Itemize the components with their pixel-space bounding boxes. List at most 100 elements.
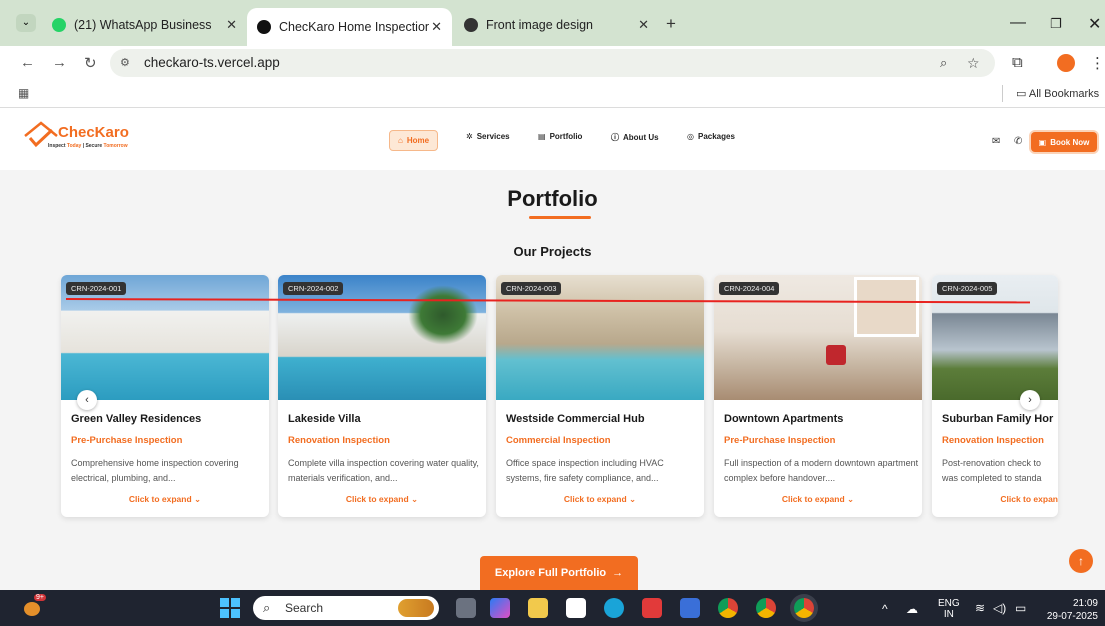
bookmark-star-icon[interactable]: ☆ — [967, 49, 980, 77]
chevron-down-icon: ⌄ — [629, 494, 637, 504]
scroll-to-top-button[interactable]: ↑ — [1069, 549, 1093, 573]
wps-icon[interactable] — [642, 598, 662, 618]
chevron-down-icon: ⌄ — [194, 494, 202, 504]
site-header: ChecKaro Inspect Today | Secure Tomorrow… — [0, 108, 1105, 170]
chevron-down-icon: ⌄ — [411, 494, 419, 504]
tray-chevron-icon[interactable]: ^ — [882, 602, 888, 616]
project-card[interactable]: CRN-2024-004 Downtown Apartments Pre-Pur… — [714, 275, 922, 517]
page-title: Portfolio — [507, 186, 598, 211]
card-title: Lakeside Villa — [288, 413, 361, 425]
card-description: Complete villa inspection covering water… — [288, 458, 479, 483]
menu-icon[interactable]: ⋮ — [1090, 54, 1105, 72]
arrow-right-icon: → — [612, 567, 624, 579]
card-description: Office space inspection including HVAC s… — [506, 458, 664, 483]
arrow-up-icon: ↑ — [1078, 554, 1084, 568]
apps-icon[interactable]: ▦ — [18, 86, 29, 100]
services-icon: ✲ — [466, 132, 473, 141]
zoom-icon[interactable]: ⌕ — [940, 49, 947, 77]
card-description: Post-renovation check to was completed t… — [942, 458, 1042, 483]
tab-front-image[interactable]: Front image design ✕ — [454, 9, 659, 41]
back-icon[interactable]: ← — [20, 54, 35, 71]
close-tab-icon[interactable]: ✕ — [638, 17, 649, 33]
search-highlight-image — [398, 599, 434, 617]
explore-full-portfolio-button[interactable]: Explore Full Portfolio → — [480, 556, 638, 590]
language-indicator[interactable]: ENG IN — [938, 598, 960, 620]
book-now-button[interactable]: ▣ Book Now — [1031, 132, 1097, 152]
chrome-icon[interactable] — [718, 598, 738, 618]
card-title: Downtown Apartments — [724, 413, 844, 425]
extensions-icon[interactable]: ⧉ — [1012, 54, 1023, 71]
tab-search-button[interactable]: ⌄ — [16, 14, 36, 32]
new-tab-icon[interactable]: + — [666, 14, 676, 34]
forward-icon[interactable]: → — [52, 54, 67, 71]
title-underline — [529, 216, 591, 219]
app-icon[interactable] — [680, 598, 700, 618]
click-to-expand[interactable]: Click to expand ⌄ — [714, 494, 922, 505]
logo-name: ChecKaro — [58, 124, 129, 141]
nav-portfolio[interactable]: ▤ Portfolio — [538, 132, 582, 141]
notification-badge: 9+ — [34, 594, 46, 601]
edge-icon[interactable] — [604, 598, 624, 618]
chevron-down-icon: ⌄ — [847, 494, 855, 504]
taskbar-search[interactable]: ⌕ Search — [253, 596, 439, 620]
close-tab-icon[interactable]: ✕ — [226, 17, 237, 33]
minimize-icon[interactable]: — — [1010, 14, 1026, 32]
card-title: Westside Commercial Hub — [506, 413, 645, 425]
section-subtitle: Our Projects — [513, 244, 592, 259]
chrome-icon[interactable] — [794, 598, 814, 618]
reload-icon[interactable]: ↻ — [84, 54, 97, 72]
project-card[interactable]: CRN-2024-002 Lakeside Villa Renovation I… — [278, 275, 486, 517]
clock[interactable]: 21:09 29-07-2025 — [1044, 597, 1098, 623]
all-bookmarks[interactable]: ▭ All Bookmarks — [1016, 87, 1099, 100]
crn-badge: CRN-2024-004 — [719, 282, 780, 295]
tab-whatsapp[interactable]: (21) WhatsApp Business ✕ — [42, 9, 247, 41]
vercel-icon — [257, 20, 271, 34]
widgets-icon[interactable]: 9+ — [24, 594, 46, 618]
phone-icon[interactable]: ✆ — [1014, 136, 1022, 147]
store-icon[interactable] — [566, 598, 586, 618]
click-to-expand[interactable]: Click to expand ⌄ — [61, 494, 269, 505]
nav-about-us[interactable]: ⓘ About Us — [611, 132, 659, 143]
crn-badge: CRN-2024-005 — [937, 282, 998, 295]
crn-badge: CRN-2024-002 — [283, 282, 344, 295]
copilot-icon[interactable] — [490, 598, 510, 618]
click-to-expand[interactable]: Click to expan — [932, 494, 1058, 504]
package-icon: ◎ — [687, 132, 694, 141]
card-category: Pre-Purchase Inspection — [71, 435, 183, 446]
file-explorer-icon[interactable] — [528, 598, 548, 618]
start-icon[interactable] — [220, 598, 240, 618]
address-bar-row: ← → ↻ ⚙ checkaro-ts.vercel.app ⌕ ☆ ⧉ ⋮ — [0, 46, 1105, 80]
site-info-icon[interactable]: ⚙ — [120, 49, 130, 77]
logo[interactable]: ChecKaro Inspect Today | Secure Tomorrow — [22, 120, 152, 156]
carousel-next-button[interactable]: › — [1020, 390, 1040, 410]
carousel-prev-button[interactable]: ‹ — [77, 390, 97, 410]
battery-icon[interactable]: ▭ — [1015, 601, 1026, 615]
url-field[interactable]: ⚙ checkaro-ts.vercel.app ⌕ ☆ — [110, 49, 995, 77]
info-icon: ⓘ — [611, 133, 619, 142]
restore-icon[interactable]: ❐ — [1050, 16, 1062, 32]
close-tab-icon[interactable]: ✕ — [431, 19, 442, 35]
close-window-icon[interactable]: ✕ — [1088, 14, 1101, 34]
chrome-icon[interactable] — [756, 598, 776, 618]
volume-icon[interactable]: ◁) — [993, 601, 1006, 615]
mail-icon[interactable]: ✉ — [992, 136, 1000, 147]
crn-badge: CRN-2024-001 — [66, 282, 127, 295]
nav-packages[interactable]: ◎ Packages — [687, 132, 735, 141]
tab-checkaro[interactable]: ChecKaro Home Inspection - In ✕ — [247, 8, 452, 46]
home-icon: ⌂ — [398, 136, 403, 145]
crn-badge: CRN-2024-003 — [501, 282, 562, 295]
click-to-expand[interactable]: Click to expand ⌄ — [496, 494, 704, 505]
onedrive-icon[interactable]: ☁ — [906, 602, 918, 616]
project-card[interactable]: CRN-2024-003 Westside Commercial Hub Com… — [496, 275, 704, 517]
wifi-icon[interactable]: ≋ — [975, 601, 985, 615]
task-view-icon[interactable] — [456, 598, 476, 618]
profile-avatar[interactable] — [1057, 54, 1075, 72]
nav-services[interactable]: ✲ Services — [466, 132, 510, 141]
click-to-expand[interactable]: Click to expand ⌄ — [278, 494, 486, 505]
windows-taskbar: 9+ ⌕ Search ^ ☁ ENG IN ≋ ◁) ▭ 21:09 29-0… — [0, 590, 1105, 626]
card-category: Pre-Purchase Inspection — [724, 435, 836, 446]
nav-home[interactable]: ⌂ Home — [389, 130, 439, 151]
card-title: Suburban Family Hor — [942, 413, 1054, 425]
bookmarks-divider — [1002, 85, 1003, 102]
card-category: Renovation Inspection — [288, 435, 390, 446]
